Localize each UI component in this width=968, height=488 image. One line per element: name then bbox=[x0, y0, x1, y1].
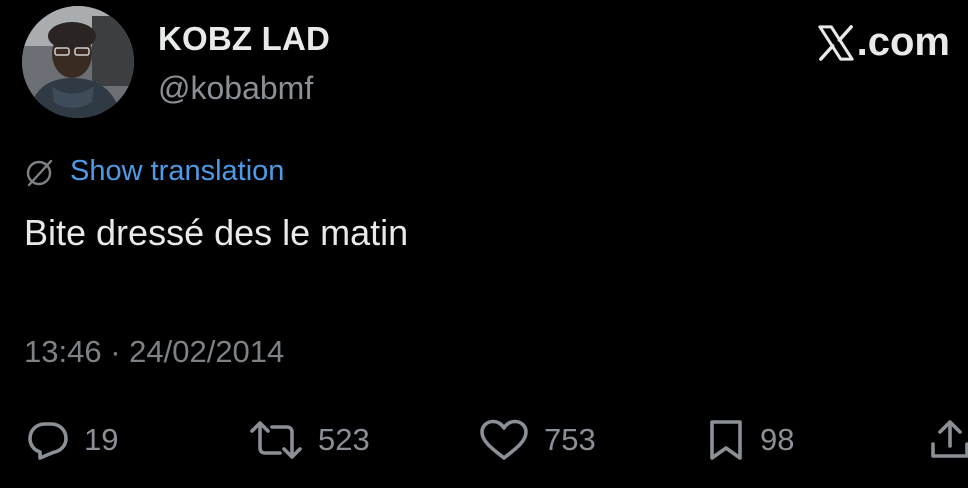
tweet-text: Bite dressé des le matin bbox=[24, 212, 409, 253]
bookmark-button[interactable]: 98 bbox=[706, 410, 794, 470]
retweet-button[interactable]: 523 bbox=[248, 410, 370, 470]
retweet-count: 523 bbox=[318, 422, 370, 457]
like-button[interactable]: 753 bbox=[478, 410, 596, 470]
reply-button[interactable]: 19 bbox=[26, 410, 118, 470]
reply-icon bbox=[26, 418, 70, 462]
show-translation-link[interactable]: Show translation bbox=[70, 155, 284, 188]
share-button[interactable] bbox=[928, 410, 968, 470]
brand-domain-label: .com bbox=[856, 20, 950, 64]
author-display-name[interactable]: KOBZ LAD bbox=[158, 20, 330, 58]
avatar-photo bbox=[22, 6, 134, 118]
avatar[interactable] bbox=[22, 6, 134, 118]
action-bar: 19 523 753 98 bbox=[0, 410, 968, 470]
globe-translate-icon bbox=[24, 156, 56, 188]
like-count: 753 bbox=[544, 422, 596, 457]
bookmark-icon bbox=[706, 418, 746, 462]
heart-icon bbox=[478, 418, 530, 462]
x-logo-icon bbox=[817, 24, 855, 62]
bookmark-count: 98 bbox=[760, 422, 795, 457]
share-icon bbox=[928, 418, 968, 462]
reply-count: 19 bbox=[84, 422, 119, 457]
author-handle[interactable]: @kobabmf bbox=[158, 70, 313, 107]
brand-watermark: .com bbox=[817, 20, 950, 65]
retweet-icon bbox=[248, 418, 304, 462]
translation-row[interactable]: Show translation bbox=[24, 155, 284, 188]
tweet-timestamp[interactable]: 13:46 · 24/02/2014 bbox=[24, 334, 284, 370]
